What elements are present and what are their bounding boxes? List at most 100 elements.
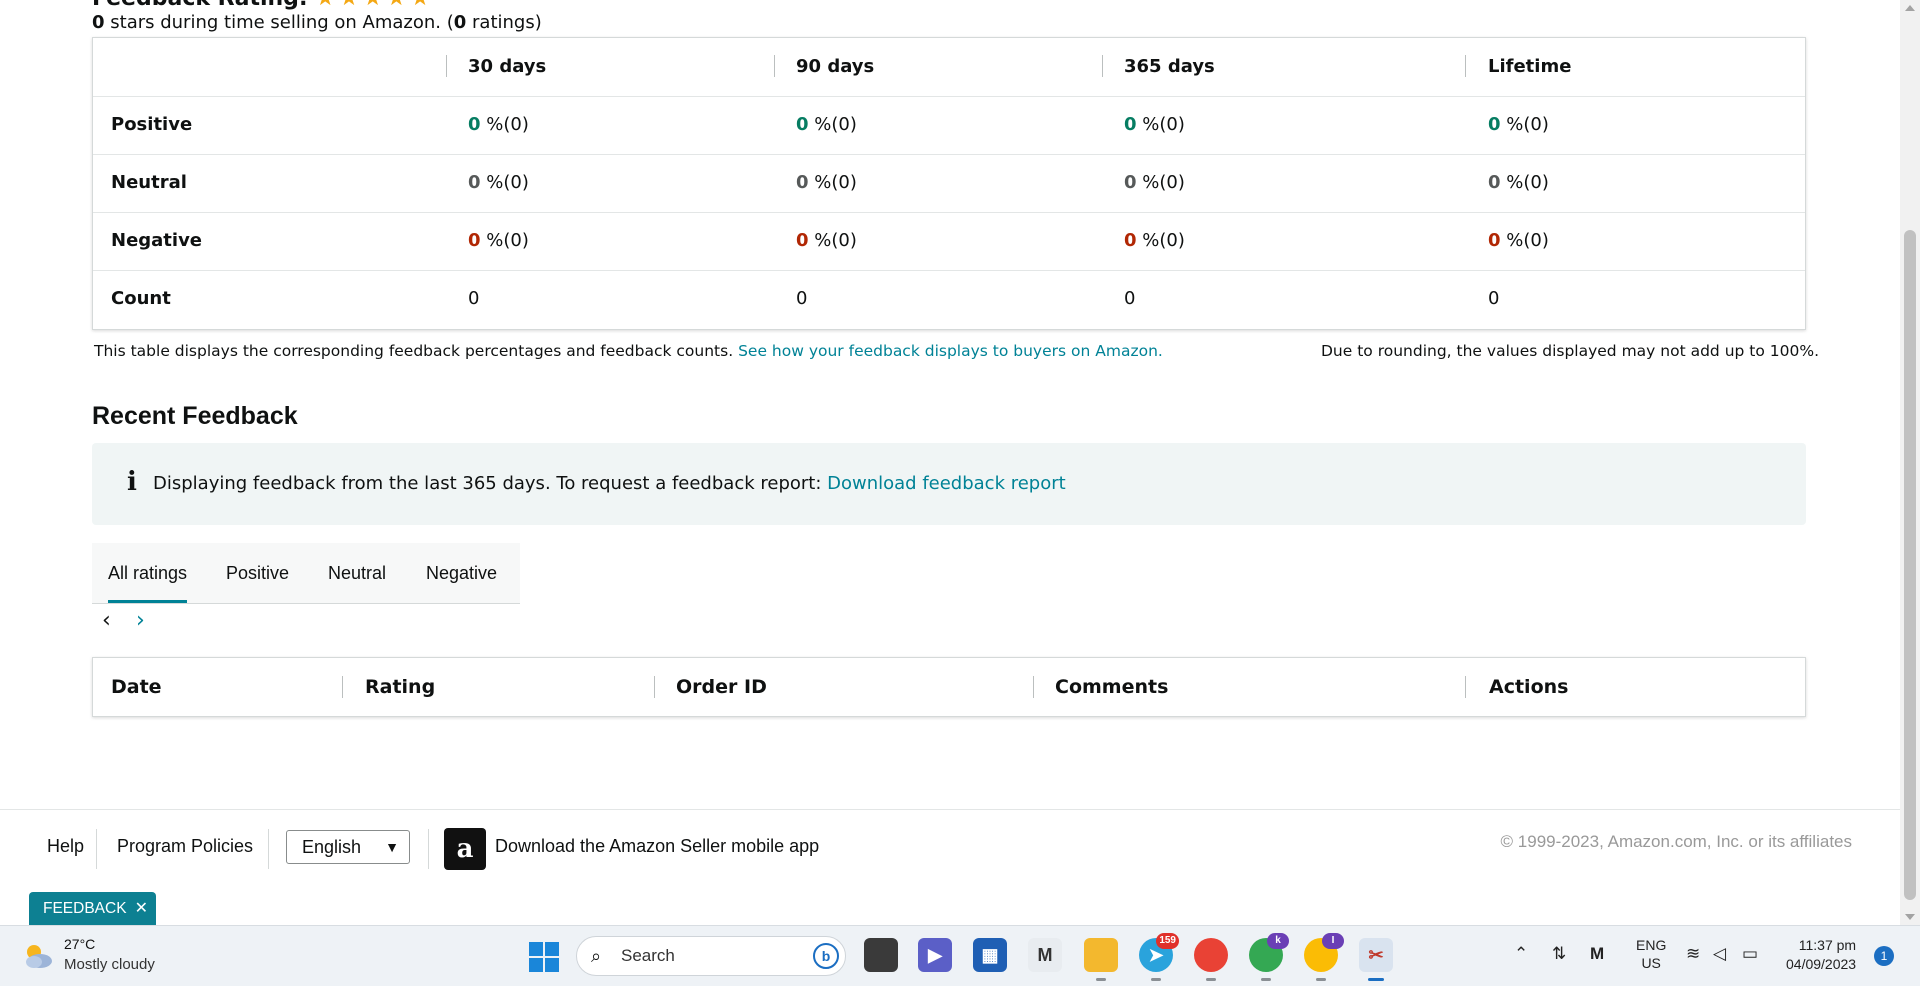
col-lifetime: Lifetime	[1488, 56, 1572, 77]
scroll-down-icon[interactable]	[1905, 914, 1915, 920]
settings-sliders-icon[interactable]: ⇅	[1552, 944, 1566, 964]
info-text: Displaying feedback from the last 365 da…	[153, 443, 1066, 525]
tab-positive[interactable]: Positive	[226, 543, 289, 603]
info-message: Displaying feedback from the last 365 da…	[153, 473, 828, 494]
col-comments: Comments	[1055, 676, 1169, 698]
negative-90: 0 %(0)	[796, 230, 857, 251]
col-order-id[interactable]: Order ID	[676, 658, 767, 716]
rating-stars-icon: ★★★★★	[315, 0, 434, 11]
vertical-scrollbar[interactable]	[1900, 0, 1920, 925]
feedback-display-link[interactable]: See how your feedback displays to buyers…	[738, 342, 1163, 360]
scrollbar-thumb[interactable]	[1904, 230, 1916, 900]
positive-lifetime: 0 %(0)	[1488, 114, 1549, 135]
clock-date: 04/09/2023	[1786, 956, 1857, 972]
col-30-days: 30 days	[468, 56, 547, 77]
col-365-days: 365 days	[1124, 56, 1215, 77]
profile-k-badge: k	[1267, 933, 1289, 949]
row-label: Count	[111, 288, 171, 309]
feedback-rating-title: Feedback Rating:	[92, 0, 308, 11]
summary-text-end: ratings)	[466, 12, 542, 33]
teams-icon[interactable]: ▶	[918, 938, 952, 972]
count-lifetime: 0	[1488, 288, 1500, 309]
rating-tabs: All ratings Positive Neutral Negative	[92, 543, 520, 604]
recent-feedback-title: Recent Feedback	[92, 402, 298, 430]
snipping-tool-icon[interactable]: ✂	[1359, 938, 1393, 981]
lang-top: ENG	[1636, 937, 1667, 953]
chevron-up-icon[interactable]: ⌃	[1514, 944, 1528, 964]
search-placeholder: Search	[621, 946, 675, 965]
count-365: 0	[1124, 288, 1136, 309]
table-row-negative: Negative 0 %(0) 0 %(0) 0 %(0) 0 %(0)	[93, 212, 1805, 271]
mail-app-icon[interactable]: M	[1028, 938, 1062, 972]
feedback-tab-button[interactable]: FEEDBACK ✕	[29, 892, 156, 925]
weather-desc: Mostly cloudy	[64, 956, 155, 973]
program-policies-link[interactable]: Program Policies	[117, 836, 253, 857]
copyright: © 1999-2023, Amazon.com, Inc. or its aff…	[1500, 832, 1852, 851]
rating-summary: 0 stars during time selling on Amazon. (…	[92, 12, 542, 33]
notification-badge[interactable]: 1	[1874, 946, 1894, 966]
col-rating[interactable]: Rating	[365, 658, 435, 716]
wifi-icon[interactable]: ≋	[1686, 944, 1700, 964]
help-link[interactable]: Help	[47, 836, 84, 857]
download-app-link[interactable]: Download the Amazon Seller mobile app	[495, 836, 819, 857]
table-note: This table displays the corresponding fe…	[94, 342, 1163, 360]
close-icon[interactable]: ✕	[135, 900, 148, 917]
row-label: Negative	[111, 230, 203, 251]
profile-i-badge: I	[1322, 933, 1344, 949]
store-icon[interactable]: ▦	[973, 938, 1007, 972]
ratings-count: 0	[453, 12, 467, 33]
table-row-count: Count 0 0 0 0	[93, 270, 1805, 328]
scroll-up-icon[interactable]	[1905, 5, 1915, 11]
language-select[interactable]: English ▼	[286, 830, 410, 864]
bing-icon[interactable]: b	[813, 943, 839, 969]
neutral-365: 0 %(0)	[1124, 172, 1185, 193]
chrome-icon[interactable]	[1194, 938, 1228, 981]
next-page-icon[interactable]: ›	[136, 608, 145, 633]
col-90-days: 90 days	[796, 56, 875, 77]
tab-all-ratings[interactable]: All ratings	[108, 543, 188, 603]
info-icon: i	[127, 467, 137, 497]
col-date[interactable]: Date	[111, 658, 162, 716]
row-label: Neutral	[111, 172, 187, 193]
positive-90: 0 %(0)	[796, 114, 857, 135]
negative-lifetime: 0 %(0)	[1488, 230, 1549, 251]
search-icon: ⌕	[591, 946, 602, 966]
table-row-positive: Positive 0 %(0) 0 %(0) 0 %(0) 0 %(0)	[93, 96, 1805, 155]
negative-365: 0 %(0)	[1124, 230, 1185, 251]
tab-neutral[interactable]: Neutral	[328, 543, 386, 603]
table-row-neutral: Neutral 0 %(0) 0 %(0) 0 %(0) 0 %(0)	[93, 154, 1805, 213]
neutral-lifetime: 0 %(0)	[1488, 172, 1549, 193]
positive-30: 0 %(0)	[468, 114, 529, 135]
neutral-30: 0 %(0)	[468, 172, 529, 193]
telegram-badge: 159	[1156, 933, 1179, 949]
prev-page-icon[interactable]: ‹	[102, 608, 111, 633]
download-report-link[interactable]: Download feedback report	[827, 473, 1066, 494]
volume-icon[interactable]: ◁	[1713, 944, 1726, 964]
seller-feedback-page: Feedback Rating: ★★★★★ 0 stars during ti…	[0, 0, 1900, 925]
lang-bottom: US	[1641, 955, 1661, 971]
summary-text: stars during time selling on Amazon. (	[104, 12, 454, 33]
feedback-summary-table: 30 days 90 days 365 days Lifetime Positi…	[92, 37, 1806, 330]
windows-start-icon[interactable]	[529, 942, 559, 972]
chevron-down-icon: ▼	[385, 839, 399, 855]
cloudy-weather-icon[interactable]	[22, 940, 54, 970]
language-value: English	[302, 837, 362, 857]
feedback-rating-heading: Feedback Rating: ★★★★★	[92, 0, 434, 11]
page-footer: Help Program Policies English ▼ a Downlo…	[0, 809, 1900, 925]
chrome-profile-k-icon[interactable]: k	[1249, 933, 1289, 981]
file-explorer-icon[interactable]	[1084, 938, 1118, 981]
system-clock[interactable]: 11:37 pm 04/09/2023	[1786, 936, 1856, 974]
star-count: 0	[92, 12, 105, 33]
negative-30: 0 %(0)	[468, 230, 529, 251]
taskbar-search-input[interactable]: ⌕ Search b	[576, 936, 846, 976]
task-view-icon[interactable]	[864, 938, 898, 972]
telegram-icon[interactable]: ➤ 159	[1139, 933, 1179, 981]
tab-negative[interactable]: Negative	[426, 543, 497, 603]
app-tray-icon[interactable]: M	[1590, 944, 1604, 964]
input-language[interactable]: ENG US	[1636, 936, 1666, 972]
table-note-text: This table displays the corresponding fe…	[94, 342, 739, 360]
battery-icon[interactable]: ▭	[1742, 944, 1758, 964]
table-header-row: 30 days 90 days 365 days Lifetime	[93, 38, 1805, 97]
amazon-app-logo-icon[interactable]: a	[444, 828, 486, 870]
chrome-profile-i-icon[interactable]: I	[1304, 933, 1344, 981]
